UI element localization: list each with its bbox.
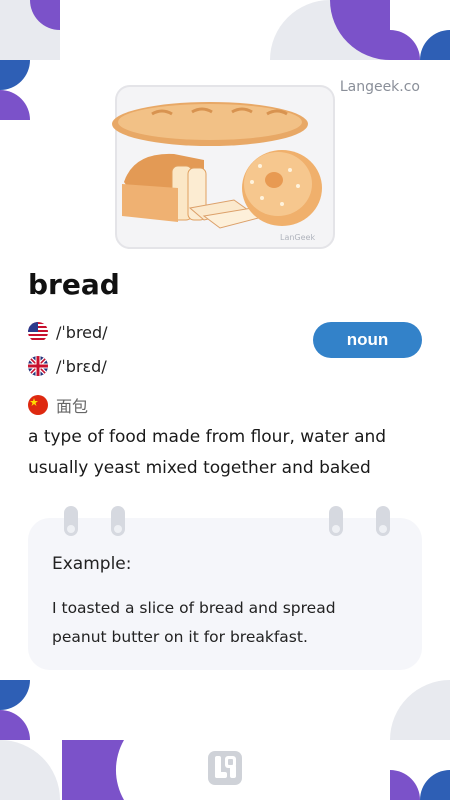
us-flag-icon — [28, 322, 48, 342]
example-card: Example: I toasted a slice of bread and … — [28, 518, 422, 670]
langeek-logo-icon — [208, 751, 242, 785]
example-sentence: I toasted a slice of bread and spread pe… — [52, 599, 336, 646]
pronunciation-uk-text: /ˈbrɛd/ — [56, 356, 107, 376]
watermark-text: LanGeek — [280, 233, 315, 242]
bottom-left-decoration — [0, 680, 124, 800]
china-flag-icon — [28, 395, 48, 415]
pronunciation-uk[interactable]: /ˈbrɛd/ — [28, 356, 107, 376]
card-ring-3 — [329, 506, 343, 536]
top-right-decoration — [270, 0, 450, 60]
part-of-speech-badge[interactable]: noun — [313, 322, 422, 358]
card-ring-2 — [111, 506, 125, 536]
uk-flag-icon — [28, 356, 48, 376]
word-title: bread — [28, 268, 120, 301]
definition-text: a type of food made from flour, water an… — [28, 427, 387, 478]
card-ring-1 — [64, 506, 78, 536]
card-ring-4 — [376, 506, 390, 536]
pronunciation-us[interactable]: /ˈbred/ — [28, 322, 108, 342]
top-left-decoration — [0, 0, 60, 120]
brand-name: Langeek.co — [339, 79, 420, 95]
bottom-right-decoration — [390, 680, 450, 800]
translation-row: 面包 — [28, 393, 88, 417]
example-label: Example: — [52, 554, 132, 574]
bread-illustration: LanGeek — [112, 85, 335, 249]
pronunciation-us-text: /ˈbred/ — [56, 322, 108, 342]
translation-text: 面包 — [56, 397, 89, 416]
